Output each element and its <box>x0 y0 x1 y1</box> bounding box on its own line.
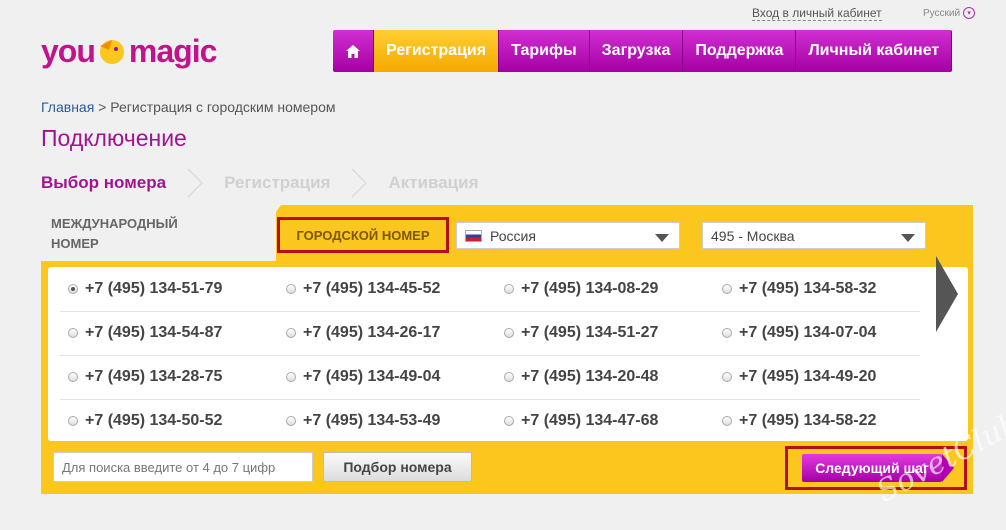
chevron-right-icon <box>351 168 368 198</box>
country-select[interactable]: Россия <box>456 222 680 249</box>
number-option[interactable]: +7 (495) 134-45-52 <box>286 267 440 311</box>
nav-home[interactable] <box>333 30 374 72</box>
number-label: +7 (495) 134-28-75 <box>85 368 223 385</box>
language-switcher[interactable]: Русский ▾ <box>923 7 976 19</box>
area-select[interactable]: 495 - Москва <box>702 222 926 249</box>
main-nav: Регистрация Тарифы Загрузка Поддержка Ли… <box>333 30 953 72</box>
breadcrumb-current: Регистрация с городским номером <box>110 99 336 115</box>
bird-logo-icon <box>99 40 124 64</box>
number-option[interactable]: +7 (495) 134-58-22 <box>722 399 876 443</box>
number-label: +7 (495) 134-49-20 <box>739 368 877 385</box>
radio-button[interactable] <box>68 328 78 338</box>
radio-button[interactable] <box>68 416 78 426</box>
logo-text-magic: magic <box>128 32 217 69</box>
radio-button[interactable] <box>286 372 296 382</box>
number-label: +7 (495) 134-53-49 <box>303 412 441 429</box>
radio-button[interactable] <box>286 328 296 338</box>
page-title: Подключение <box>41 125 187 151</box>
radio-button[interactable] <box>68 284 78 294</box>
number-option[interactable]: +7 (495) 134-07-04 <box>722 311 876 355</box>
caret-down-icon <box>655 234 669 242</box>
number-label: +7 (495) 134-58-32 <box>739 280 877 297</box>
number-label: +7 (495) 134-50-52 <box>85 412 223 429</box>
search-input[interactable] <box>53 452 313 482</box>
caret-down-icon <box>901 234 915 242</box>
number-label: +7 (495) 134-07-04 <box>739 324 877 341</box>
number-option[interactable]: +7 (495) 134-50-52 <box>68 399 222 443</box>
radio-button[interactable] <box>68 372 78 382</box>
logo[interactable]: you magic <box>41 31 217 71</box>
number-selection-panel: МЕЖДУНАРОДНЫЙ НОМЕР ГОРОДСКОЙ НОМЕР Росс… <box>41 205 973 494</box>
number-label: +7 (495) 134-51-27 <box>521 324 659 341</box>
number-label: +7 (495) 134-51-79 <box>85 280 223 297</box>
pick-number-button[interactable]: Подбор номера <box>323 452 472 482</box>
tab-international-label: МЕЖДУНАРОДНЫЙ НОМЕР <box>51 216 178 251</box>
radio-button[interactable] <box>286 284 296 294</box>
number-label: +7 (495) 134-49-04 <box>303 368 441 385</box>
number-option[interactable]: +7 (495) 134-26-17 <box>286 311 440 355</box>
nav-support[interactable]: Поддержка <box>683 30 797 72</box>
number-label: +7 (495) 134-58-22 <box>739 412 877 429</box>
chevron-down-icon: ▾ <box>963 7 976 19</box>
number-option[interactable]: +7 (495) 134-47-68 <box>504 399 658 443</box>
number-option[interactable]: +7 (495) 134-49-20 <box>722 355 876 399</box>
number-option[interactable]: +7 (495) 134-54-87 <box>68 311 222 355</box>
number-option[interactable]: +7 (495) 134-51-27 <box>504 311 658 355</box>
country-select-value: Россия <box>490 227 536 244</box>
top-links: Вход в личный кабинет <box>752 6 882 21</box>
radio-button[interactable] <box>504 416 514 426</box>
wizard-steps: Выбор номера Регистрация Активация <box>41 168 479 198</box>
step-registration: Регистрация <box>224 173 331 192</box>
nav-tariffs[interactable]: Тарифы <box>499 30 590 72</box>
nav-account[interactable]: Личный кабинет <box>796 30 953 72</box>
number-row: +7 (495) 134-28-75 +7 (495) 134-49-04 +7 (… <box>60 355 920 400</box>
step-choose-number: Выбор номера <box>41 173 167 192</box>
breadcrumb-separator: > <box>94 99 111 115</box>
tab-city[interactable]: ГОРОДСКОЙ НОМЕР <box>277 217 449 253</box>
number-option[interactable]: +7 (495) 134-53-49 <box>286 399 440 443</box>
number-label: +7 (495) 134-08-29 <box>521 280 659 297</box>
number-row: +7 (495) 134-51-79 +7 (495) 134-45-52 +7 (… <box>60 267 920 312</box>
tab-city-label: ГОРОДСКОЙ НОМЕР <box>296 227 430 243</box>
nav-registration[interactable]: Регистрация <box>374 30 500 72</box>
next-page-arrow[interactable] <box>936 256 958 332</box>
radio-button[interactable] <box>722 416 732 426</box>
login-link[interactable]: Вход в личный кабинет <box>752 6 882 21</box>
number-option[interactable]: +7 (495) 134-28-75 <box>68 355 222 399</box>
area-select-value: 495 - Москва <box>711 227 795 244</box>
chevron-right-icon <box>187 168 204 198</box>
logo-text-you: you <box>41 32 96 69</box>
radio-button[interactable] <box>722 372 732 382</box>
radio-button[interactable] <box>722 328 732 338</box>
number-option[interactable]: +7 (495) 134-51-79 <box>68 267 222 311</box>
breadcrumb: Главная > Регистрация с городским номеро… <box>41 99 336 115</box>
radio-button[interactable] <box>286 416 296 426</box>
step-activation: Активация <box>388 173 479 192</box>
language-label: Русский <box>923 7 961 19</box>
radio-button[interactable] <box>504 328 514 338</box>
number-row: +7 (495) 134-54-87 +7 (495) 134-26-17 +7 (… <box>60 311 920 356</box>
number-option[interactable]: +7 (495) 134-20-48 <box>504 355 658 399</box>
home-icon <box>346 44 360 58</box>
number-option[interactable]: +7 (495) 134-08-29 <box>504 267 658 311</box>
number-row: +7 (495) 134-50-52 +7 (495) 134-53-49 +7 (… <box>60 399 920 443</box>
nav-download[interactable]: Загрузка <box>589 30 684 72</box>
number-option[interactable]: +7 (495) 134-49-04 <box>286 355 440 399</box>
numbers-list: +7 (495) 134-51-79 +7 (495) 134-45-52 +7 (… <box>48 267 968 441</box>
number-label: +7 (495) 134-54-87 <box>85 324 223 341</box>
radio-button[interactable] <box>722 284 732 294</box>
number-label: +7 (495) 134-45-52 <box>303 280 441 297</box>
number-label: +7 (495) 134-47-68 <box>521 412 659 429</box>
tab-corner <box>241 205 281 261</box>
number-label: +7 (495) 134-26-17 <box>303 324 441 341</box>
number-option[interactable]: +7 (495) 134-58-32 <box>722 267 876 311</box>
russia-flag-icon <box>465 229 482 242</box>
breadcrumb-home[interactable]: Главная <box>41 99 94 115</box>
number-label: +7 (495) 134-20-48 <box>521 368 659 385</box>
radio-button[interactable] <box>504 372 514 382</box>
radio-button[interactable] <box>504 284 514 294</box>
